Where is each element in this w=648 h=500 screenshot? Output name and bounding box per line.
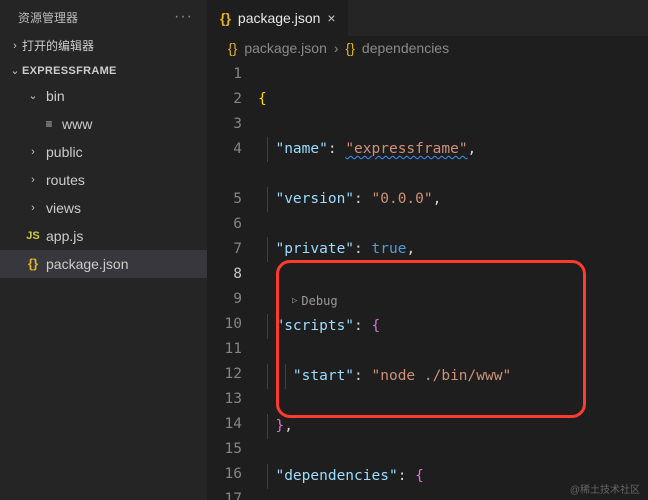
folder-public[interactable]: › public (0, 138, 207, 166)
file-app-js[interactable]: JS app.js (0, 222, 207, 250)
file-icon: ≡ (40, 116, 58, 132)
file-label: www (62, 113, 92, 135)
folder-routes[interactable]: › routes (0, 166, 207, 194)
breadcrumb-node: dependencies (362, 40, 449, 56)
breadcrumb[interactable]: {} package.json › {} dependencies (208, 36, 648, 62)
file-label: app.js (46, 225, 83, 247)
annotation-highlight-box (276, 260, 586, 418)
edge-fade (620, 62, 648, 500)
json-version-value: "0.0.0" (372, 191, 433, 207)
explorer-sidebar: 资源管理器 ··· › 打开的编辑器 ⌄ EXPRESSFRAME ⌄ bin … (0, 0, 208, 500)
chevron-down-icon: ⌄ (8, 64, 22, 77)
explorer-more-icon[interactable]: ··· (174, 8, 193, 26)
project-section[interactable]: ⌄ EXPRESSFRAME (0, 59, 207, 82)
file-package-json[interactable]: {} package.json (0, 250, 207, 278)
chevron-down-icon: ⌄ (24, 88, 42, 104)
explorer-header: 资源管理器 ··· (0, 0, 207, 32)
folder-label: public (46, 141, 83, 163)
close-icon[interactable]: × (327, 10, 335, 26)
open-editors-section[interactable]: › 打开的编辑器 (0, 32, 207, 59)
line-gutter: 1234 567891011121314151617 (208, 62, 258, 500)
folder-label: bin (46, 85, 65, 107)
breadcrumb-file: package.json (244, 40, 327, 56)
file-www[interactable]: ≡ www (0, 110, 207, 138)
chevron-right-icon: › (24, 200, 42, 216)
js-file-icon: JS (24, 228, 42, 244)
code-editor[interactable]: 1234 567891011121314151617 { "name": "ex… (208, 62, 648, 500)
json-node-icon: {} (346, 40, 355, 56)
project-name: EXPRESSFRAME (22, 65, 117, 77)
json-file-icon: {} (220, 10, 231, 26)
chevron-right-icon: › (8, 40, 22, 52)
file-label: package.json (46, 253, 129, 275)
play-icon: ▷ (292, 289, 297, 314)
tab-bar: {} package.json × (208, 0, 648, 36)
editor-pane: {} package.json × {} package.json › {} d… (208, 0, 648, 500)
json-file-icon: {} (228, 40, 237, 56)
folder-label: views (46, 197, 81, 219)
json-file-icon: {} (24, 256, 42, 272)
chevron-right-icon: › (24, 144, 42, 160)
open-editors-label: 打开的编辑器 (22, 37, 94, 54)
debug-codelens[interactable]: ▷Debug (258, 289, 338, 314)
watermark: @稀土技术社区 (570, 481, 640, 496)
folder-label: routes (46, 169, 85, 191)
explorer-title: 资源管理器 (18, 9, 78, 26)
folder-bin[interactable]: ⌄ bin (0, 82, 207, 110)
breadcrumb-sep-icon: › (334, 40, 339, 56)
folder-views[interactable]: › views (0, 194, 207, 222)
tab-package-json[interactable]: {} package.json × (208, 0, 349, 36)
chevron-right-icon: › (24, 172, 42, 188)
file-tree: ⌄ bin ≡ www › public › routes › views JS… (0, 82, 207, 278)
code-content[interactable]: { "name": "expressframe", "version": "0.… (258, 62, 648, 500)
tab-title: package.json (238, 10, 321, 26)
json-name-value: "expressframe" (345, 141, 467, 157)
